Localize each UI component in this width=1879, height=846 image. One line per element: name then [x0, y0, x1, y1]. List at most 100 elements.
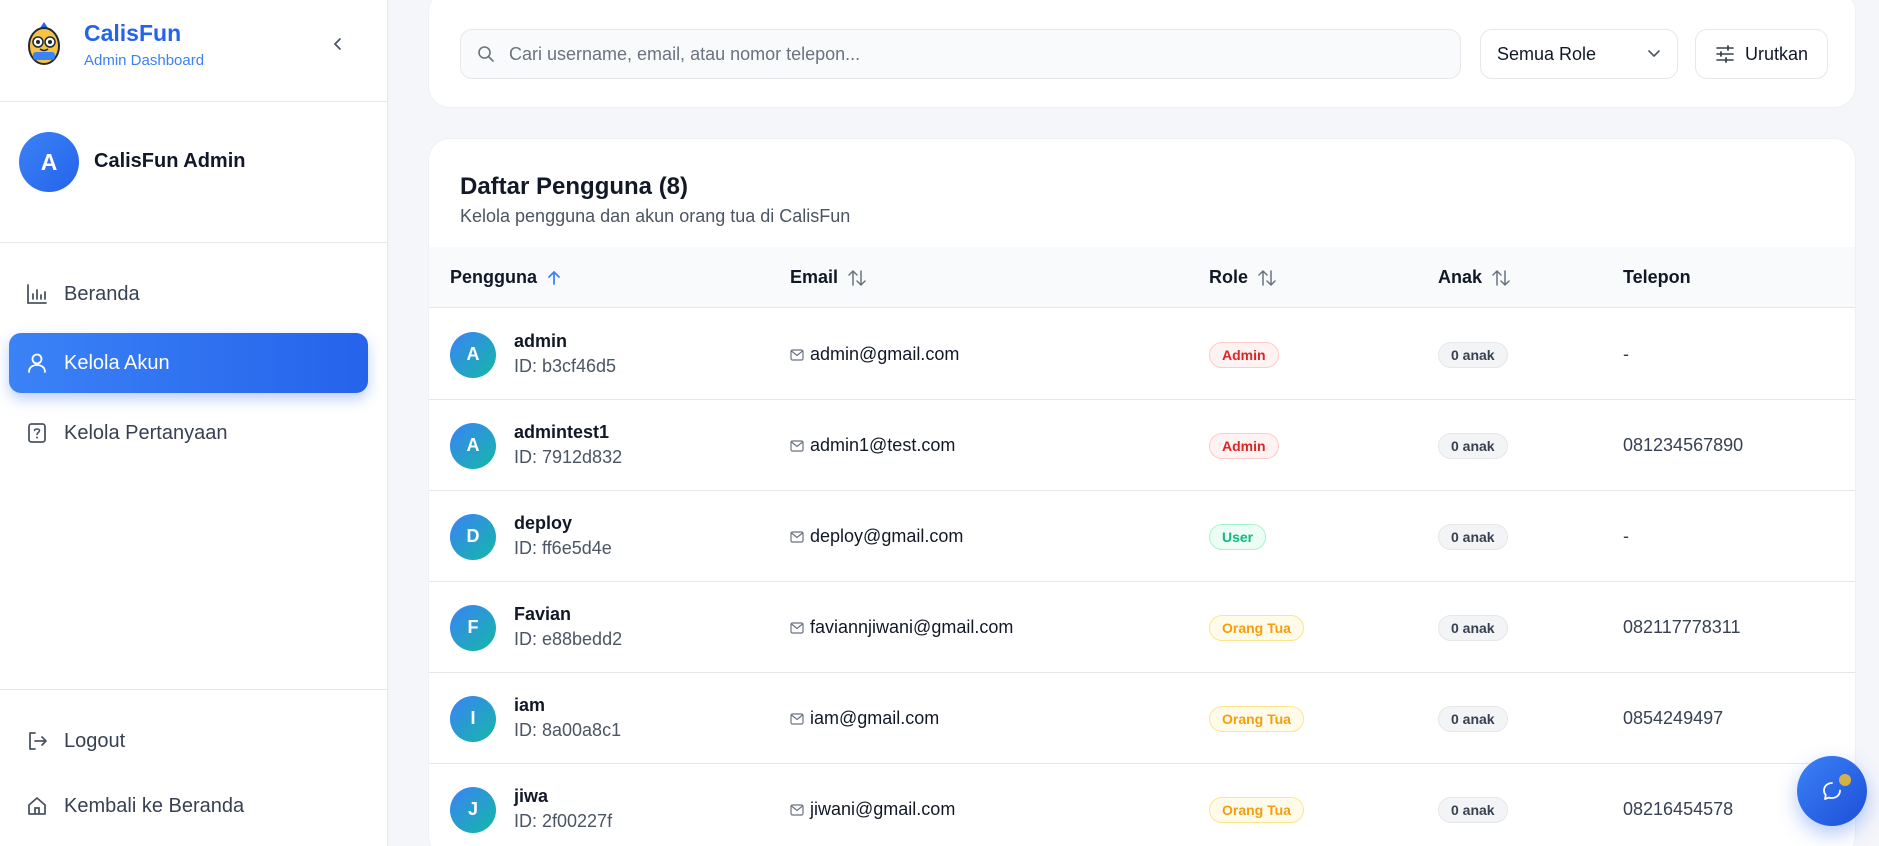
role-badge: User — [1209, 523, 1267, 550]
avatar: A — [19, 132, 79, 192]
sort-both-icon[interactable] — [1492, 269, 1510, 287]
table-header: Pengguna Email Role Anak Telepon — [429, 247, 1855, 308]
chat-button[interactable] — [1797, 756, 1867, 826]
sidebar: CalisFun Admin Dashboard A CalisFun Admi… — [0, 0, 388, 846]
table-row[interactable]: F Favian ID: e88bedd2 faviannjiwani@gmai… — [429, 582, 1855, 673]
avatar: J — [450, 786, 496, 833]
search-box[interactable] — [460, 29, 1461, 79]
user-id: ID: 8a00a8c1 — [514, 720, 622, 740]
question-file-icon — [25, 421, 49, 445]
role-badge: Orang Tua — [1209, 614, 1304, 641]
kids-count-badge: 0 anak — [1438, 523, 1508, 550]
role-filter-select[interactable]: Semua Role — [1480, 29, 1678, 79]
back-home-button[interactable]: Kembali ke Beranda — [9, 781, 368, 831]
table-title: Daftar Pengguna (8) — [460, 173, 689, 200]
profile-name: CalisFun Admin — [94, 150, 246, 172]
sliders-icon — [1715, 44, 1735, 64]
search-icon — [477, 45, 495, 63]
role-badge: Orang Tua — [1209, 796, 1304, 823]
column-header-role[interactable]: Role — [1209, 247, 1276, 308]
avatar: A — [450, 331, 496, 378]
sidebar-item-label: Kelola Akun — [64, 351, 170, 374]
user-email: jiwani@gmail.com — [810, 799, 956, 819]
column-header-email[interactable]: Email — [790, 247, 866, 308]
column-header-kids[interactable]: Anak — [1438, 247, 1510, 308]
column-label: Email — [790, 267, 839, 287]
sort-button[interactable]: Urutkan — [1695, 29, 1828, 79]
user-email: admin1@test.com — [810, 435, 956, 455]
table-row[interactable]: A admintest1 ID: 7912d832 admin1@test.co… — [429, 400, 1855, 491]
sidebar-item-kelola-akun[interactable]: Kelola Akun — [9, 333, 368, 393]
sidebar-item-label: Kelola Pertanyaan — [64, 421, 228, 444]
username: iam — [514, 695, 546, 715]
user-id: ID: 7912d832 — [514, 447, 623, 467]
role-badge: Orang Tua — [1209, 705, 1304, 732]
column-header-user[interactable]: Pengguna — [450, 247, 561, 308]
user-phone: 08216454578 — [1623, 799, 1734, 819]
user-id: ID: ff6e5d4e — [514, 538, 612, 558]
back-home-label: Kembali ke Beranda — [64, 794, 245, 817]
logout-button[interactable]: Logout — [9, 716, 368, 766]
filter-bar: Semua Role Urutkan — [428, 0, 1856, 108]
table-row[interactable]: I iam ID: 8a00a8c1 iam@gmail.com Orang T… — [429, 673, 1855, 764]
notification-dot — [1839, 774, 1851, 786]
sort-both-icon[interactable] — [1258, 269, 1276, 287]
mail-icon — [790, 803, 804, 816]
avatar: I — [450, 695, 496, 742]
kids-count-badge: 0 anak — [1438, 796, 1508, 823]
username: jiwa — [514, 786, 549, 806]
role-filter-value: Semua Role — [1497, 43, 1597, 64]
mail-icon — [790, 530, 804, 543]
user-email: faviannjiwani@gmail.com — [810, 617, 1014, 637]
column-label: Pengguna — [450, 267, 538, 287]
user-phone: 0854249497 — [1623, 708, 1724, 728]
user-phone: 081234567890 — [1623, 435, 1744, 455]
table-row[interactable]: D deploy ID: ff6e5d4e deploy@gmail.com U… — [429, 491, 1855, 582]
sidebar-item-beranda[interactable]: Beranda — [9, 264, 368, 324]
user-email: admin@gmail.com — [810, 344, 960, 364]
role-badge: Admin — [1209, 432, 1279, 459]
logout-icon — [25, 729, 49, 753]
mail-icon — [790, 712, 804, 725]
column-label: Anak — [1438, 267, 1483, 287]
column-header-phone: Telepon — [1623, 247, 1691, 308]
kids-count-badge: 0 anak — [1438, 432, 1508, 459]
sort-ascending-icon[interactable] — [547, 270, 561, 286]
role-badge: Admin — [1209, 341, 1279, 368]
user-phone: 082117778311 — [1623, 617, 1741, 637]
table-row[interactable]: J jiwa ID: 2f00227f jiwani@gmail.com Ora… — [429, 764, 1855, 846]
kids-count-badge: 0 anak — [1438, 614, 1508, 641]
sort-label: Urutkan — [1744, 43, 1809, 64]
sort-both-icon[interactable] — [848, 269, 866, 287]
avatar: A — [450, 422, 496, 469]
search-input[interactable] — [509, 43, 1449, 65]
table-row[interactable]: A admin ID: b3cf46d5 admin@gmail.com Adm… — [429, 309, 1855, 400]
kids-count-badge: 0 anak — [1438, 705, 1508, 732]
sidebar-item-kelola-pertanyaan[interactable]: Kelola Pertanyaan — [9, 403, 368, 463]
calisfun-logo — [24, 20, 64, 68]
chevron-left-icon — [334, 38, 341, 50]
user-email: iam@gmail.com — [810, 708, 940, 728]
mail-icon — [790, 439, 804, 452]
username: admintest1 — [514, 422, 610, 442]
admin-profile: A CalisFun Admin — [0, 102, 388, 243]
user-phone: - — [1623, 344, 1629, 364]
user-id: ID: 2f00227f — [514, 811, 613, 831]
user-icon — [25, 351, 49, 375]
user-id: ID: e88bedd2 — [514, 629, 623, 649]
avatar: F — [450, 604, 496, 651]
sidebar-item-label: Beranda — [64, 282, 140, 305]
column-label: Telepon — [1623, 267, 1691, 287]
sidebar-footer: Logout Kembali ke Beranda — [0, 689, 388, 846]
chevron-down-icon — [1648, 50, 1660, 57]
column-label: Role — [1209, 267, 1249, 287]
users-table-card: Daftar Pengguna (8) Kelola pengguna dan … — [428, 138, 1856, 846]
collapse-sidebar-button[interactable] — [326, 30, 350, 58]
username: admin — [514, 331, 568, 351]
user-email: deploy@gmail.com — [810, 526, 964, 546]
bar-chart-icon — [25, 282, 49, 306]
brand-header: CalisFun Admin Dashboard — [0, 0, 388, 102]
kids-count-badge: 0 anak — [1438, 341, 1508, 368]
user-id: ID: b3cf46d5 — [514, 356, 617, 376]
table-subtitle: Kelola pengguna dan akun orang tua di Ca… — [460, 206, 851, 226]
